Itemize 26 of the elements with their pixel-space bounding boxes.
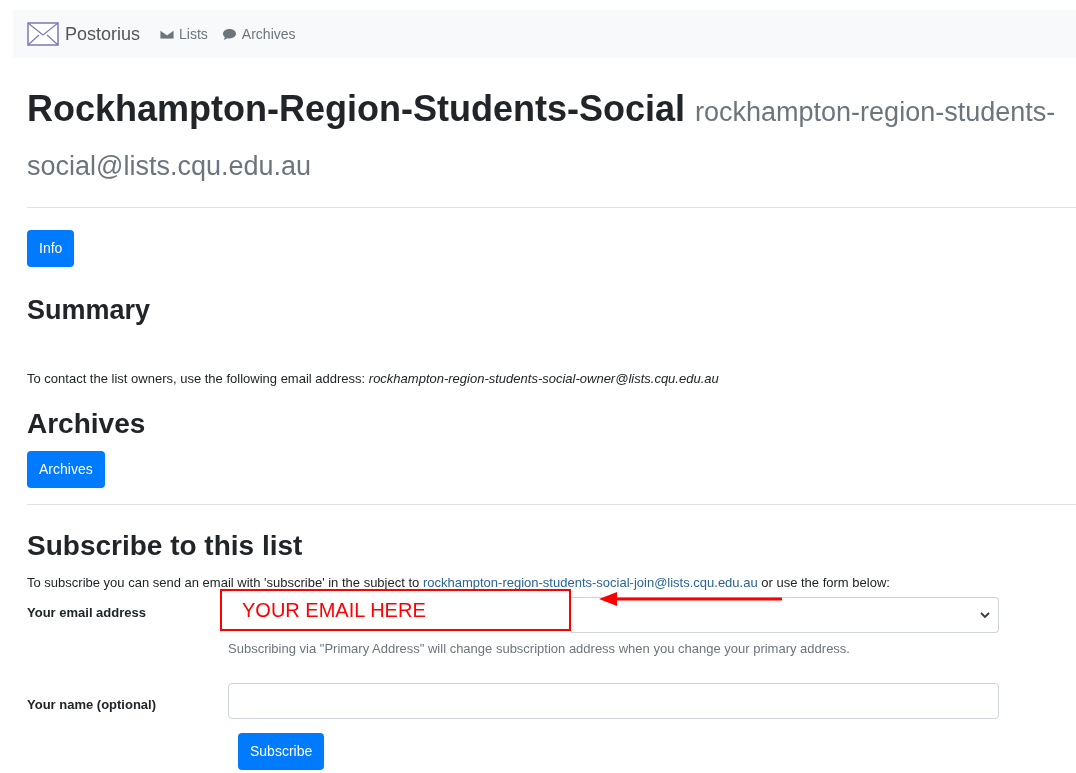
nav-link[interactable]: Lists [160,23,208,45]
envelope-logo-icon [27,21,59,47]
info-button[interactable]: Info [27,230,75,267]
field-label: Your email address [27,604,147,622]
envelope-icon [160,28,175,40]
field-label: Your name (optional) [27,695,158,714]
archives-button[interactable]: Archives [27,451,105,488]
arrow-annotation-icon [599,591,784,607]
list-title: Rockhampton-Region-Students-Social [27,88,686,129]
help-text: Subscribing via "Primary Address" will change subscription address when you change your primary address. [228,640,851,658]
section-heading: Summary [27,294,152,327]
annotation-box: YOUR EMAIL HERE [220,589,571,631]
list-address: social@lists.cqu.edu.au [27,151,312,181]
chevron-down-icon [980,611,990,619]
section-heading: Archives [27,407,147,441]
join-address-link[interactable]: rockhampton-region-students-social-join@lists.cqu.edu.au [422,575,758,590]
nav-link[interactable]: Archives [221,23,296,45]
subscribe-instructions: To subscribe you can send an email with 'subscribe' in the subject to rockhampton-region-students-social-join@lists.cqu.edu.au or use the form below: [27,574,891,592]
name-input[interactable] [228,682,999,719]
email-select[interactable] [571,597,999,633]
contact-text: To contact the list owners, use the following email address: rockhampton-region-students-social-owner@lists.cqu.edu.au [27,370,720,388]
subscribe-button[interactable]: Subscribe [238,732,325,770]
section-heading: Subscribe to this list [27,529,304,563]
brand-link[interactable]: Postorius [27,20,141,48]
speech-bubble-icon [221,27,237,41]
list-address: rockhampton-region-students- [695,97,1056,127]
